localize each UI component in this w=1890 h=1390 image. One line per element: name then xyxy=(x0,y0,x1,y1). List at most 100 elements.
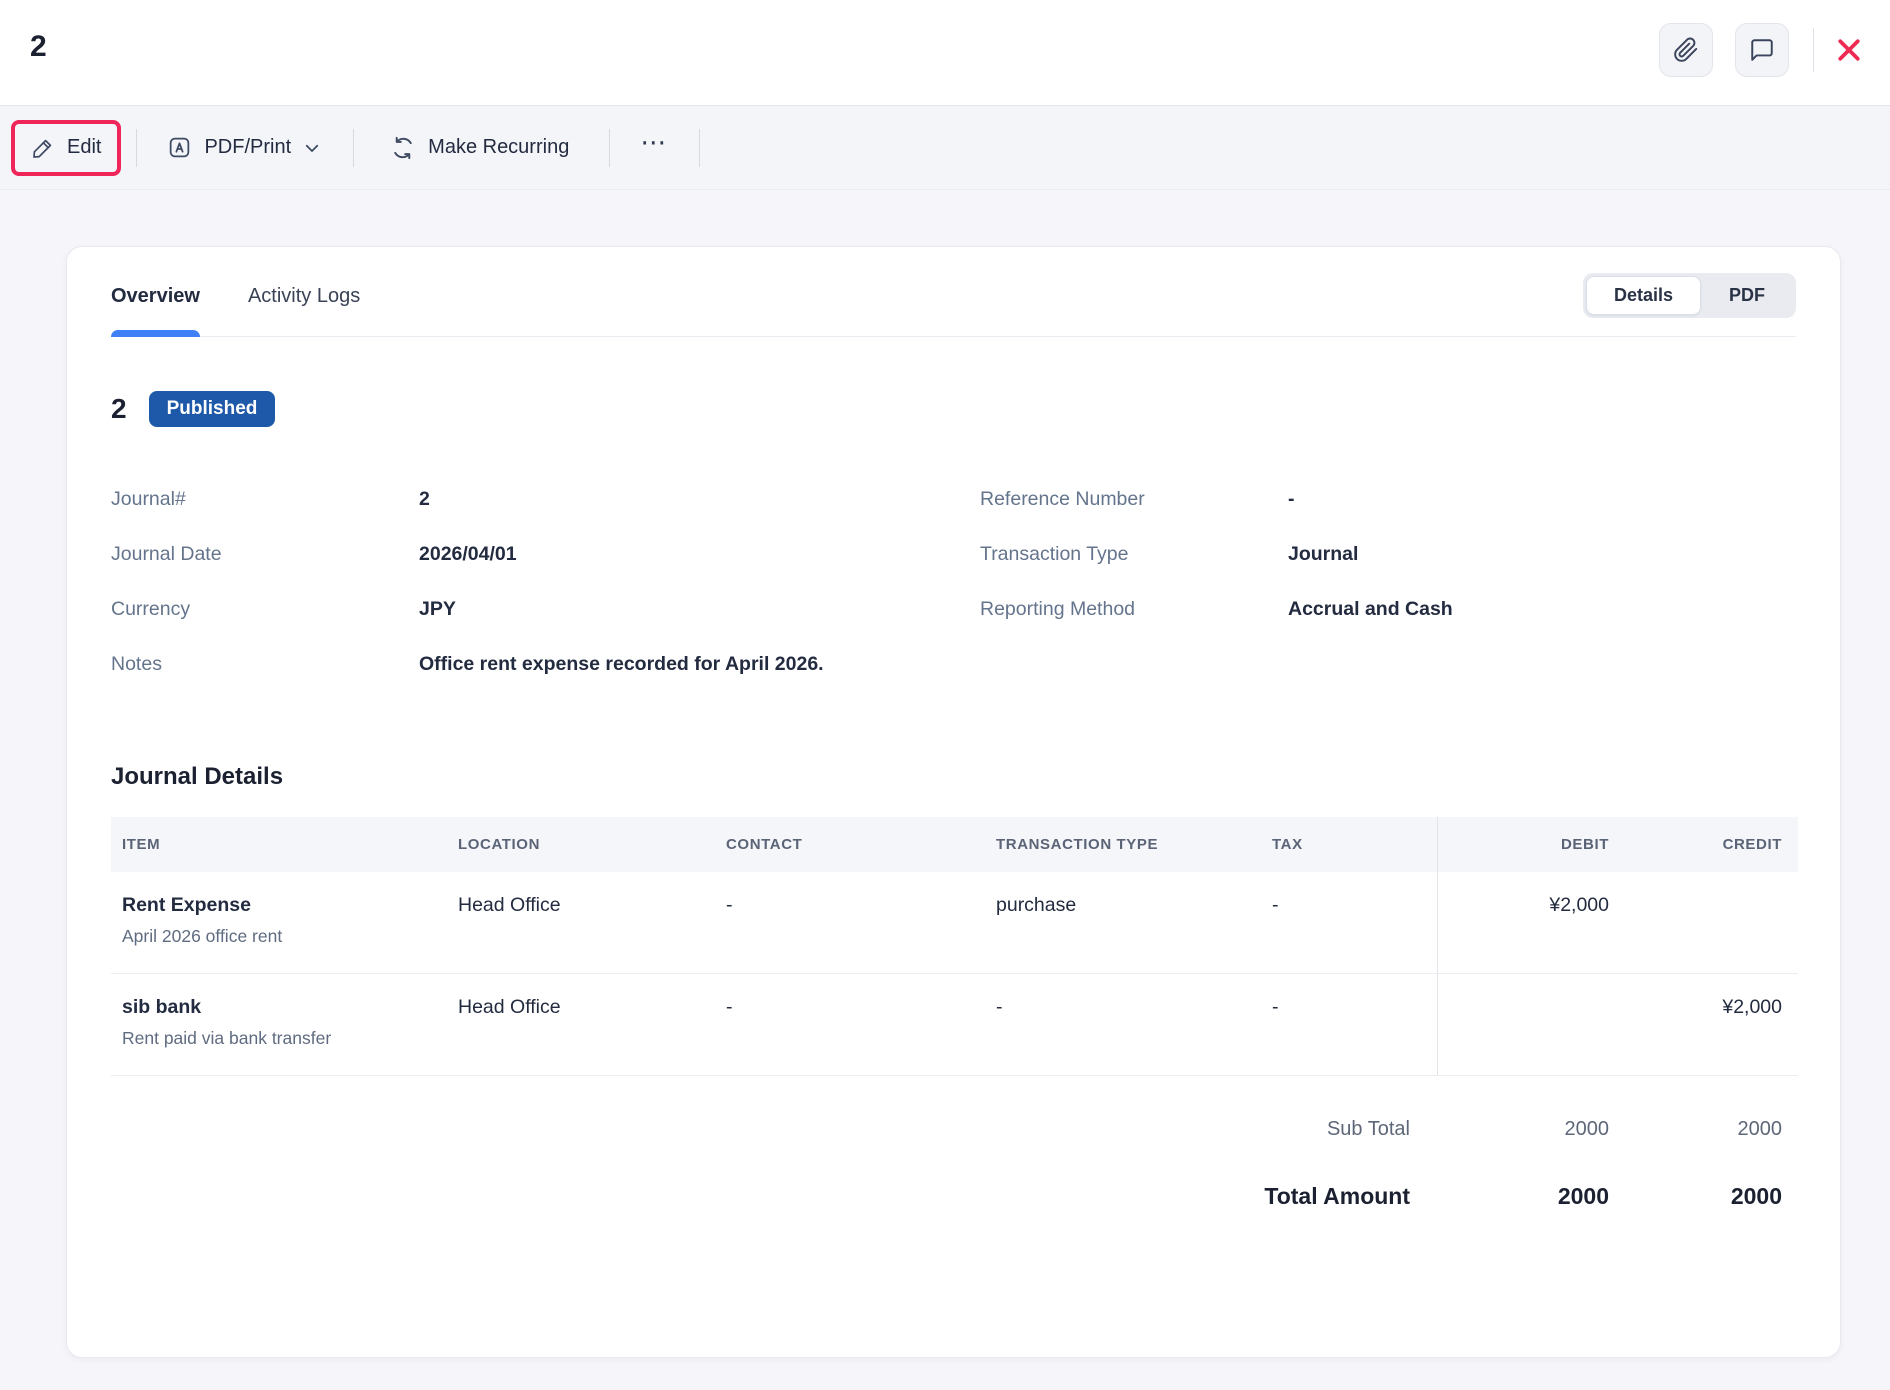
comment-button[interactable] xyxy=(1735,23,1789,77)
edit-highlight-box: Edit xyxy=(11,120,121,176)
sub-total-credit: 2000 xyxy=(1625,1118,1798,1141)
column-header-tax: TAX xyxy=(1261,817,1437,872)
item-description: April 2026 office rent xyxy=(122,926,435,947)
item-cell: Rent Expense April 2026 office rent xyxy=(111,872,447,973)
sub-total-debit: 2000 xyxy=(1437,1118,1625,1141)
field-label: Reporting Method xyxy=(980,595,1288,623)
recurring-icon xyxy=(390,135,416,161)
transaction-type-cell: purchase xyxy=(985,872,1261,973)
total-amount-debit: 2000 xyxy=(1437,1183,1625,1210)
pdf-file-icon xyxy=(167,135,192,160)
totals-section: Sub Total 2000 2000 Total Amount 2000 20… xyxy=(111,1108,1798,1220)
top-header: 2 xyxy=(0,0,1890,105)
field-label: Currency xyxy=(111,595,419,623)
total-amount-label: Total Amount xyxy=(111,1183,1437,1210)
contact-cell: - xyxy=(715,872,985,973)
table-header-row: ITEM LOCATION CONTACT TRANSACTION TYPE T… xyxy=(111,817,1798,872)
toggle-pdf[interactable]: PDF xyxy=(1701,276,1793,315)
pdf-print-button[interactable]: PDF/Print xyxy=(151,123,337,172)
column-header-location: LOCATION xyxy=(447,817,715,872)
attachment-button[interactable] xyxy=(1659,23,1713,77)
field-currency: Currency JPY xyxy=(111,595,980,623)
status-badge: Published xyxy=(149,391,276,427)
field-label: Notes xyxy=(111,650,419,678)
entry-number: 2 xyxy=(111,393,127,425)
make-recurring-label: Make Recurring xyxy=(428,136,569,159)
chevron-down-icon xyxy=(303,139,321,157)
field-transaction-type: Transaction Type Journal xyxy=(980,540,1796,568)
tax-cell: - xyxy=(1261,974,1437,1075)
more-button[interactable]: ⋯ xyxy=(622,124,687,172)
field-reference-number: Reference Number - xyxy=(980,485,1796,513)
field-value: Accrual and Cash xyxy=(1288,595,1453,623)
total-amount-row: Total Amount 2000 2000 xyxy=(111,1173,1798,1220)
close-icon xyxy=(1834,35,1864,65)
field-value: Office rent expense recorded for April 2… xyxy=(419,650,824,678)
fields-left-column: Journal# 2 Journal Date 2026/04/01 Curre… xyxy=(111,485,980,705)
field-notes: Notes Office rent expense recorded for A… xyxy=(111,650,980,678)
toolbar-divider xyxy=(609,129,610,167)
column-header-transaction-type: TRANSACTION TYPE xyxy=(985,817,1261,872)
journal-details-table: ITEM LOCATION CONTACT TRANSACTION TYPE T… xyxy=(111,817,1798,1076)
field-value: 2026/04/01 xyxy=(419,540,517,568)
pencil-icon xyxy=(31,136,55,160)
field-label: Journal# xyxy=(111,485,419,513)
column-header-item: ITEM xyxy=(111,817,447,872)
comment-icon xyxy=(1749,37,1775,63)
tax-cell: - xyxy=(1261,872,1437,973)
view-toggle: Details PDF xyxy=(1583,273,1796,318)
item-cell: sib bank Rent paid via bank transfer xyxy=(111,974,447,1075)
sub-total-label: Sub Total xyxy=(111,1118,1437,1141)
item-name: sib bank xyxy=(122,996,435,1019)
field-label: Transaction Type xyxy=(980,540,1288,568)
column-header-debit: DEBIT xyxy=(1437,817,1625,872)
column-header-contact: CONTACT xyxy=(715,817,985,872)
tab-overview[interactable]: Overview xyxy=(111,285,200,336)
header-actions xyxy=(1637,22,1876,78)
column-header-credit: CREDIT xyxy=(1625,817,1798,872)
field-journal-date: Journal Date 2026/04/01 xyxy=(111,540,980,568)
debit-cell xyxy=(1437,974,1625,1075)
header-divider xyxy=(1813,28,1814,72)
item-name: Rent Expense xyxy=(122,894,435,917)
field-value: - xyxy=(1288,485,1295,513)
journal-detail-card: Overview Activity Logs Details PDF 2 Pub… xyxy=(66,246,1841,1358)
toggle-details[interactable]: Details xyxy=(1586,276,1701,315)
credit-cell xyxy=(1625,872,1798,973)
credit-cell: ¥2,000 xyxy=(1625,974,1798,1075)
edit-button[interactable]: Edit xyxy=(15,124,117,172)
card-tabs: Overview Activity Logs Details PDF xyxy=(111,247,1796,337)
page-title: 2 xyxy=(30,30,47,64)
field-label: Journal Date xyxy=(111,540,419,568)
field-value: Journal xyxy=(1288,540,1358,568)
location-cell: Head Office xyxy=(447,974,715,1075)
field-value: 2 xyxy=(419,485,430,513)
entry-header: 2 Published xyxy=(111,391,1796,427)
transaction-type-cell: - xyxy=(985,974,1261,1075)
toolbar-divider xyxy=(699,129,700,167)
sub-total-row: Sub Total 2000 2000 xyxy=(111,1108,1798,1151)
location-cell: Head Office xyxy=(447,872,715,973)
make-recurring-button[interactable]: Make Recurring xyxy=(374,123,585,173)
toolbar: Edit PDF/Print Make Recurring xyxy=(0,105,1890,190)
table-row: sib bank Rent paid via bank transfer Hea… xyxy=(111,974,1798,1076)
close-button[interactable] xyxy=(1822,23,1876,77)
debit-cell: ¥2,000 xyxy=(1437,872,1625,973)
field-reporting-method: Reporting Method Accrual and Cash xyxy=(980,595,1796,623)
item-description: Rent paid via bank transfer xyxy=(122,1028,435,1049)
field-journal-number: Journal# 2 xyxy=(111,485,980,513)
toolbar-divider xyxy=(136,129,137,167)
fields-right-column: Reference Number - Transaction Type Jour… xyxy=(980,485,1796,705)
toolbar-divider xyxy=(353,129,354,167)
field-label: Reference Number xyxy=(980,485,1288,513)
table-row: Rent Expense April 2026 office rent Head… xyxy=(111,872,1798,974)
journal-details-heading: Journal Details xyxy=(111,763,1796,791)
edit-label: Edit xyxy=(67,136,101,159)
pdf-print-label: PDF/Print xyxy=(204,136,291,159)
fields-section: Journal# 2 Journal Date 2026/04/01 Curre… xyxy=(111,485,1796,705)
tab-activity-logs[interactable]: Activity Logs xyxy=(248,285,360,336)
total-amount-credit: 2000 xyxy=(1625,1183,1798,1210)
field-value: JPY xyxy=(419,595,456,623)
paperclip-icon xyxy=(1673,37,1699,63)
contact-cell: - xyxy=(715,974,985,1075)
